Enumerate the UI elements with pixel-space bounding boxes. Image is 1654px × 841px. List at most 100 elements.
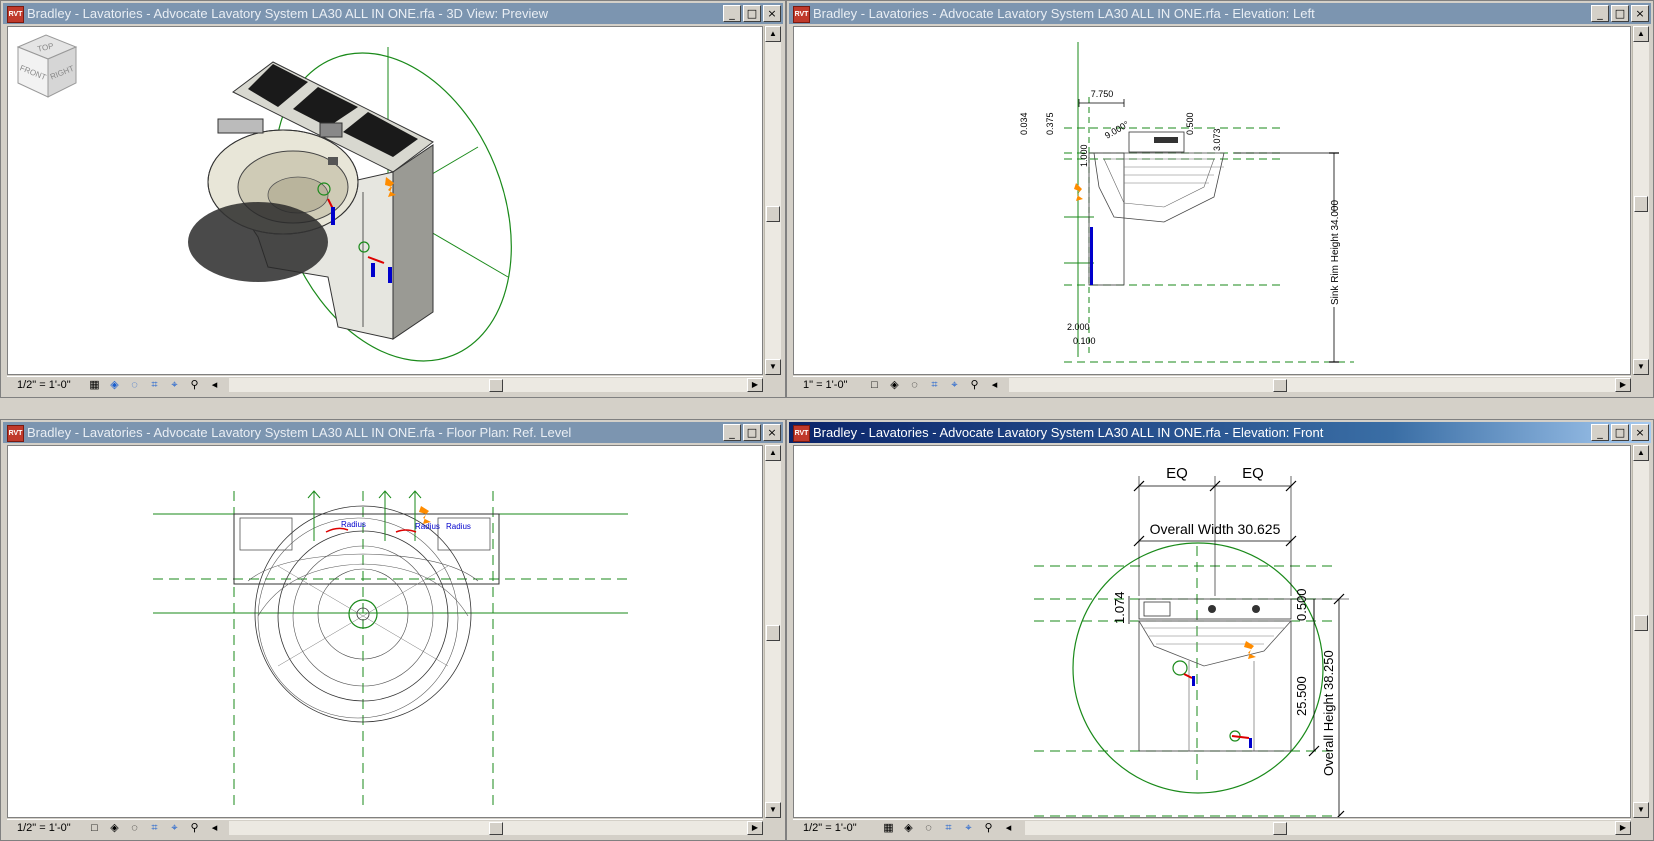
reveal-hidden-icon[interactable]: ◂: [207, 821, 222, 835]
view-canvas-front[interactable]: EQ EQ Overall Width 30.625 1.074 0.500 2…: [793, 445, 1631, 818]
scroll-right-icon[interactable]: ▶: [1615, 378, 1631, 392]
scroll-thumb[interactable]: [1634, 196, 1648, 212]
dimension-text[interactable]: 25.500: [1294, 676, 1309, 716]
horizontal-scrollbar[interactable]: ▶: [1025, 821, 1631, 835]
dimension-text[interactable]: 0.500: [1185, 112, 1195, 135]
temporary-hide-icon[interactable]: ⚲: [981, 821, 996, 835]
temporary-hide-icon[interactable]: ⚲: [187, 821, 202, 835]
radius-control[interactable]: [395, 529, 417, 533]
scroll-right-icon[interactable]: ▶: [747, 821, 763, 835]
crop-region-icon[interactable]: ⌖: [167, 378, 182, 392]
horizontal-scrollbar[interactable]: ▶: [229, 378, 763, 392]
scroll-up-icon[interactable]: ▲: [1633, 26, 1649, 42]
crop-view-icon[interactable]: ⌗: [927, 378, 942, 392]
dimension-text[interactable]: 1.074: [1112, 591, 1127, 624]
dimension-text[interactable]: 1.000: [1079, 144, 1089, 167]
view-canvas-3d[interactable]: TOP FRONT RIGHT: [7, 26, 763, 375]
view-scale[interactable]: 1/2" = 1'-0": [17, 821, 71, 836]
scroll-thumb[interactable]: [766, 206, 780, 222]
scroll-thumb[interactable]: [1273, 379, 1287, 392]
scroll-down-icon[interactable]: ▼: [765, 802, 781, 818]
eq-dimension-label[interactable]: EQ: [1242, 465, 1264, 482]
dimension-text[interactable]: 0.500: [1294, 588, 1309, 621]
window-plan-titlebar[interactable]: RVT Bradley - Lavatories - Advocate Lava…: [3, 422, 783, 443]
scroll-right-icon[interactable]: ▶: [1615, 821, 1631, 835]
vertical-scrollbar[interactable]: ▲ ▼: [764, 26, 781, 375]
sun-path-icon[interactable]: ◌: [921, 821, 936, 835]
crop-region-icon[interactable]: ⌖: [167, 821, 182, 835]
close-button[interactable]: ×: [1631, 424, 1649, 441]
crop-region-icon[interactable]: ⌖: [961, 821, 976, 835]
restore-button[interactable]: □: [1611, 5, 1629, 22]
scroll-thumb[interactable]: [489, 379, 503, 392]
reveal-hidden-icon[interactable]: ◂: [987, 378, 1002, 392]
restore-button[interactable]: □: [743, 5, 761, 22]
view-scale[interactable]: 1" = 1'-0": [803, 378, 847, 393]
scroll-down-icon[interactable]: ▼: [1633, 802, 1649, 818]
dimension-text[interactable]: 9.000°: [1103, 119, 1131, 141]
radius-label[interactable]: Radius: [446, 522, 471, 531]
sink-rim-height-dimension[interactable]: Sink Rim Height 34.000: [1330, 200, 1341, 305]
visual-style-icon[interactable]: ◈: [901, 821, 916, 835]
dimension-text[interactable]: 7.750: [1091, 89, 1114, 99]
visual-style-icon[interactable]: ◈: [107, 821, 122, 835]
detail-level-icon[interactable]: ▦: [881, 821, 896, 835]
sun-path-icon[interactable]: ◌: [907, 378, 922, 392]
detail-level-icon[interactable]: □: [867, 378, 882, 392]
scroll-up-icon[interactable]: ▲: [1633, 445, 1649, 461]
sun-path-icon[interactable]: ◌: [127, 821, 142, 835]
crop-view-icon[interactable]: ⌗: [147, 378, 162, 392]
radius-label[interactable]: Radius: [341, 520, 366, 529]
visual-style-icon[interactable]: ◈: [887, 378, 902, 392]
dimension-text[interactable]: 2.000: [1067, 322, 1090, 332]
scroll-up-icon[interactable]: ▲: [765, 26, 781, 42]
horizontal-scrollbar[interactable]: ▶: [1009, 378, 1631, 392]
vertical-scrollbar[interactable]: ▲ ▼: [1632, 26, 1649, 375]
scroll-thumb[interactable]: [489, 822, 503, 835]
minimize-button[interactable]: _: [723, 424, 741, 441]
dimension-text[interactable]: 0.100: [1073, 336, 1096, 346]
eq-dimension-label[interactable]: EQ: [1166, 465, 1188, 482]
temporary-hide-icon[interactable]: ⚲: [187, 378, 202, 392]
minimize-button[interactable]: _: [1591, 424, 1609, 441]
window-3d-titlebar[interactable]: RVT Bradley - Lavatories - Advocate Lava…: [3, 3, 783, 24]
detail-level-icon[interactable]: □: [87, 821, 102, 835]
scroll-down-icon[interactable]: ▼: [765, 359, 781, 375]
scroll-up-icon[interactable]: ▲: [765, 445, 781, 461]
radius-label[interactable]: Radius: [415, 522, 440, 531]
overall-height-dimension[interactable]: Overall Height 38.250: [1321, 650, 1336, 776]
window-front-titlebar[interactable]: RVT Bradley - Lavatories - Advocate Lava…: [789, 422, 1651, 443]
scroll-thumb[interactable]: [1634, 615, 1648, 631]
close-button[interactable]: ×: [1631, 5, 1649, 22]
temporary-hide-icon[interactable]: ⚲: [967, 378, 982, 392]
flip-control-icon[interactable]: [1244, 641, 1256, 659]
minimize-button[interactable]: _: [723, 5, 741, 22]
view-canvas-left[interactable]: 7.750 0.034 0.375 9.000° 0.500 3.073 1.0…: [793, 26, 1631, 375]
scroll-down-icon[interactable]: ▼: [1633, 359, 1649, 375]
view-scale[interactable]: 1/2" = 1'-0": [17, 378, 71, 393]
overall-width-dimension[interactable]: Overall Width 30.625: [1150, 521, 1281, 537]
view-scale[interactable]: 1/2" = 1'-0": [803, 821, 857, 836]
scroll-thumb[interactable]: [766, 625, 780, 641]
crop-view-icon[interactable]: ⌗: [147, 821, 162, 835]
minimize-button[interactable]: _: [1591, 5, 1609, 22]
visual-style-icon[interactable]: ◈: [107, 378, 122, 392]
vertical-scrollbar[interactable]: ▲ ▼: [764, 445, 781, 818]
view-canvas-plan[interactable]: Radius Radius Radius: [7, 445, 763, 818]
scroll-right-icon[interactable]: ▶: [747, 378, 763, 392]
dimension-text[interactable]: 0.034: [1019, 112, 1029, 135]
reveal-hidden-icon[interactable]: ◂: [207, 378, 222, 392]
sun-path-icon[interactable]: ◌: [127, 378, 142, 392]
view-cube[interactable]: TOP FRONT RIGHT: [8, 27, 88, 107]
crop-region-icon[interactable]: ⌖: [947, 378, 962, 392]
dimension-text[interactable]: 0.375: [1045, 112, 1055, 135]
horizontal-scrollbar[interactable]: ▶: [229, 821, 763, 835]
radius-control[interactable]: [1231, 735, 1250, 739]
reveal-hidden-icon[interactable]: ◂: [1001, 821, 1016, 835]
vertical-scrollbar[interactable]: ▲ ▼: [1632, 445, 1649, 818]
restore-button[interactable]: □: [743, 424, 761, 441]
scroll-thumb[interactable]: [1273, 822, 1287, 835]
radius-control[interactable]: [1183, 673, 1193, 679]
detail-level-icon[interactable]: ▦: [87, 378, 102, 392]
close-button[interactable]: ×: [763, 424, 781, 441]
